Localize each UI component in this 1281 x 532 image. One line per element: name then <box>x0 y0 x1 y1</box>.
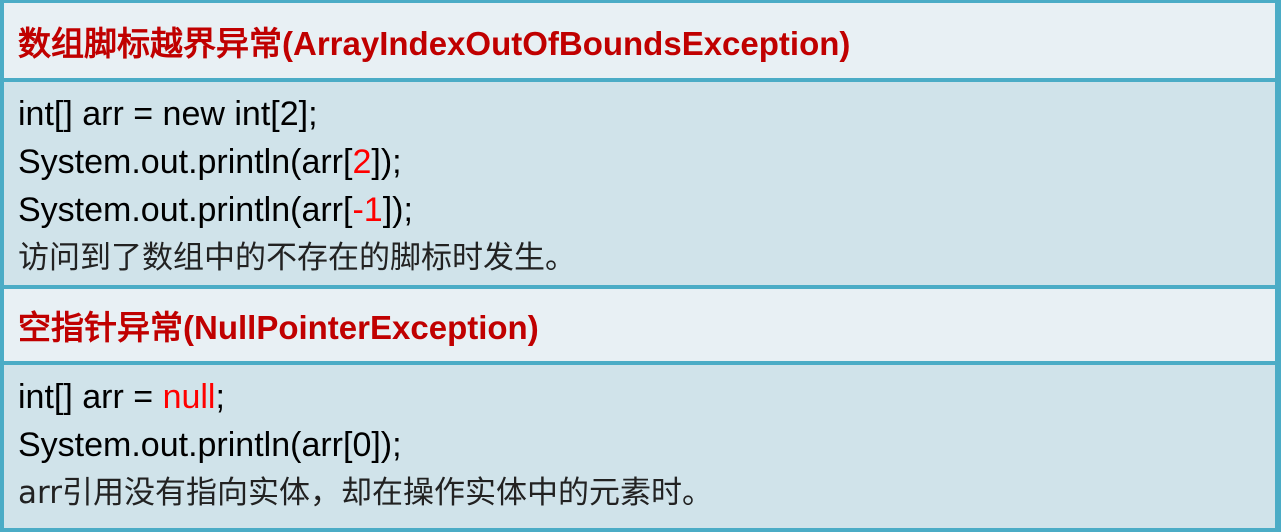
code-text: int[] arr = <box>18 378 163 416</box>
section-body-array-index: int[] arr = new int[2]; System.out.print… <box>4 82 1275 285</box>
code-text: System.out.println(arr[ <box>18 143 353 181</box>
code-highlight: -1 <box>352 191 383 229</box>
title-text: 空指针异常(NullPointerException) <box>18 309 539 346</box>
description: arr引用没有指向实体，却在操作实体中的元素时。 <box>18 475 713 511</box>
code-text: ; <box>215 378 225 416</box>
code-highlight: null <box>162 378 216 416</box>
exception-table: 数组脚标越界异常(ArrayIndexOutOfBoundsException)… <box>0 0 1281 532</box>
code-line: System.out.println(arr[-1]); <box>18 186 1275 234</box>
title-text: 数组脚标越界异常(ArrayIndexOutOfBoundsException) <box>18 24 851 62</box>
code-line: System.out.println(arr[2]); <box>18 138 1275 186</box>
section-title-array-index: 数组脚标越界异常(ArrayIndexOutOfBoundsException) <box>4 3 1275 78</box>
description: 访问到了数组中的不存在的脚标时发生。 <box>18 240 576 276</box>
code-line: System.out.println(arr[0]); <box>18 421 1275 469</box>
section-title-null-pointer: 空指针异常(NullPointerException) <box>4 289 1275 361</box>
code-highlight: 2 <box>352 143 372 181</box>
code-line: int[] arr = new int[2]; <box>18 90 1275 138</box>
code-text: System.out.println(arr[ <box>18 191 353 229</box>
section-body-null-pointer: int[] arr = null; System.out.println(arr… <box>4 365 1275 528</box>
code-text: int[] arr = new int[2]; <box>18 95 318 133</box>
code-text: System.out.println(arr[0]); <box>18 426 402 464</box>
code-text: ]); <box>382 191 413 229</box>
code-line: int[] arr = null; <box>18 373 1275 421</box>
code-text: ]); <box>371 143 402 181</box>
